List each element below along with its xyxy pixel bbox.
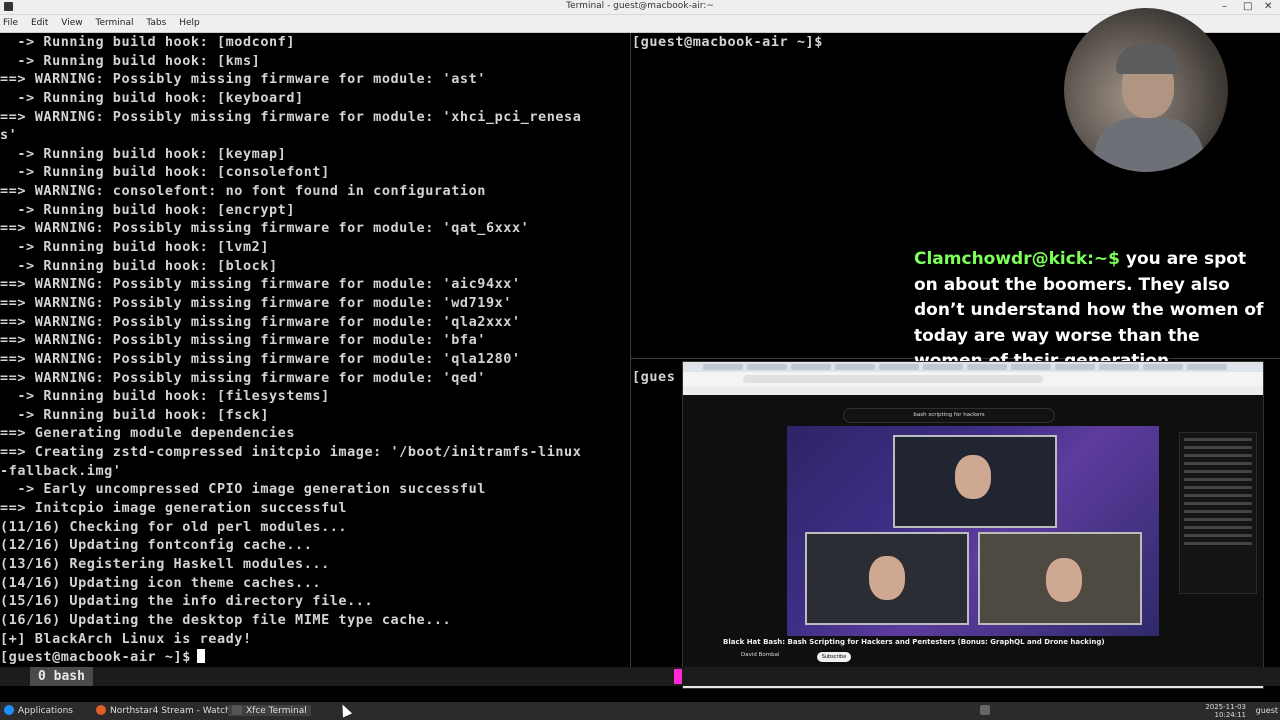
task-browser-label: Northstar4 Stream - Watch...	[110, 706, 240, 716]
channel-name[interactable]: David Bombal	[741, 652, 780, 658]
terminal-line: (13/16) Registering Haskell modules...	[0, 555, 330, 572]
terminal-line: (16/16) Updating the desktop file MIME t…	[0, 611, 452, 628]
terminal-line: -> Running build hook: [kms]	[0, 52, 261, 69]
streamer-body	[1094, 118, 1204, 172]
clock-time: 10:24:11	[1214, 711, 1246, 719]
terminal-line: -> Running build hook: [encrypt]	[0, 201, 296, 218]
task-terminal[interactable]: Xfce Terminal	[228, 705, 311, 716]
terminal-line: ==> WARNING: Possibly missing firmware f…	[0, 108, 582, 125]
browser-icon	[96, 705, 106, 715]
bookmarks-bar	[683, 386, 1263, 395]
task-terminal-label: Xfce Terminal	[246, 706, 307, 716]
terminal-line: -> Early uncompressed CPIO image generat…	[0, 481, 486, 498]
terminal-line: -> Running build hook: [modconf]	[0, 34, 296, 50]
terminal-icon	[232, 705, 242, 715]
prompt-line[interactable]: [guest@macbook-air ~]$	[0, 648, 630, 667]
terminal-line: [+] BlackArch Linux is ready!	[0, 630, 252, 647]
terminal-line: (14/16) Updating icon theme caches...	[0, 574, 322, 591]
terminal-line: (12/16) Updating fontconfig cache...	[0, 537, 313, 554]
terminal-line: ==> WARNING: Possibly missing firmware f…	[0, 71, 486, 88]
menu-tabs[interactable]: Tabs	[141, 15, 171, 28]
text-cursor	[196, 649, 205, 664]
desktop-taskbar: Applications Northstar4 Stream - Watch..…	[0, 702, 1280, 720]
close-button[interactable]: ✕	[1264, 1, 1272, 12]
live-chat-sidebar	[1179, 432, 1257, 594]
pane-divider-vertical[interactable]	[630, 33, 631, 667]
embedded-browser-window[interactable]: bash scripting for hackers Black Hat Bas…	[682, 361, 1264, 689]
tmux-mode-indicator	[0, 667, 26, 686]
tray-terminal-icon[interactable]	[980, 705, 994, 716]
terminal-line: ==> WARNING: Possibly missing firmware f…	[0, 350, 521, 367]
applications-menu[interactable]: Applications	[4, 705, 73, 716]
guest-face	[1046, 558, 1082, 602]
window-title: Terminal - guest@macbook-air:~	[566, 1, 714, 11]
terminal-line: ==> WARNING: consolefont: no font found …	[0, 183, 486, 200]
maximize-button[interactable]: □	[1243, 1, 1252, 12]
menu-help[interactable]: Help	[174, 15, 205, 28]
tmux-status-bar: 0 bash	[0, 667, 1280, 686]
task-browser[interactable]: Northstar4 Stream - Watch...	[96, 705, 239, 716]
terminal-line: ==> WARNING: Possibly missing firmware f…	[0, 332, 486, 349]
menu-edit[interactable]: Edit	[26, 15, 53, 28]
subscribe-button[interactable]: Subscribe	[817, 652, 851, 662]
terminal-line: ==> WARNING: Possibly missing firmware f…	[0, 369, 486, 386]
terminal-line: -> Running build hook: [keymap]	[0, 145, 287, 162]
terminal-line: s'	[0, 127, 18, 144]
terminal-line: -> Running build hook: [keyboard]	[0, 89, 304, 106]
chat-overlay: Clamchowdr@kick:~$ you are spot on about…	[914, 247, 1266, 375]
minimize-button[interactable]: –	[1222, 1, 1227, 12]
youtube-search-input[interactable]: bash scripting for hackers	[843, 408, 1055, 423]
video-title: Black Hat Bash: Bash Scripting for Hacke…	[723, 638, 1105, 646]
clock-date: 2025-11-03	[1205, 703, 1246, 711]
session-user[interactable]: guest	[1256, 706, 1278, 715]
terminal-line: ==> Creating zstd-compressed initcpio im…	[0, 444, 582, 461]
window-titlebar: Terminal - guest@macbook-air:~ – □ ✕	[0, 0, 1280, 15]
terminal-line: (15/16) Updating the info directory file…	[0, 593, 374, 610]
terminal-line: (11/16) Checking for old perl modules...	[0, 518, 348, 535]
video-cam-guest-1	[805, 532, 969, 625]
applications-label: Applications	[18, 706, 73, 716]
terminal-line: -> Running build hook: [fsck]	[0, 406, 270, 423]
video-cam-host	[893, 435, 1057, 528]
streamer-cap	[1116, 44, 1180, 74]
app-menu-icon	[4, 705, 14, 715]
browser-address-bar[interactable]	[683, 372, 1263, 386]
tmux-marker	[674, 669, 682, 684]
terminal-line: ==> Initcpio image generation successful	[0, 500, 348, 517]
clock[interactable]: 2025-11-03 10:24:11	[1205, 703, 1246, 719]
tray-icon	[980, 705, 990, 715]
terminal-line: ==> Generating module dependencies	[0, 425, 296, 442]
tmux-window-tab[interactable]: 0 bash	[30, 667, 93, 686]
menu-file[interactable]: File	[0, 15, 23, 28]
chat-username: Clamchowdr@kick:~$	[914, 249, 1120, 269]
webcam-overlay	[1064, 8, 1228, 172]
host-face	[955, 455, 991, 499]
terminal-line: -> Running build hook: [filesystems]	[0, 388, 330, 405]
video-cam-guest-2	[978, 532, 1142, 625]
terminal-line: -> Running build hook: [consolefont]	[0, 164, 330, 181]
menu-terminal[interactable]: Terminal	[90, 15, 138, 28]
guest-face	[869, 556, 905, 600]
terminal-pane-left[interactable]: -> Running build hook: [modconf] -> Runn…	[0, 33, 630, 667]
shell-prompt: [guest@macbook-air ~]$	[0, 649, 191, 666]
menu-view[interactable]: View	[56, 15, 87, 28]
terminal-line: -> Running build hook: [lvm2]	[0, 239, 270, 256]
video-player[interactable]	[787, 426, 1159, 636]
terminal-line: ==> WARNING: Possibly missing firmware f…	[0, 220, 530, 237]
terminal-line: ==> WARNING: Possibly missing firmware f…	[0, 276, 521, 293]
url-field[interactable]	[743, 375, 1043, 383]
terminal-line: ==> WARNING: Possibly missing firmware f…	[0, 294, 512, 311]
terminal-line: -fallback.img'	[0, 462, 122, 479]
browser-tab-strip	[683, 362, 1263, 372]
terminal-line: ==> WARNING: Possibly missing firmware f…	[0, 313, 521, 330]
terminal-line: -> Running build hook: [block]	[0, 257, 278, 274]
